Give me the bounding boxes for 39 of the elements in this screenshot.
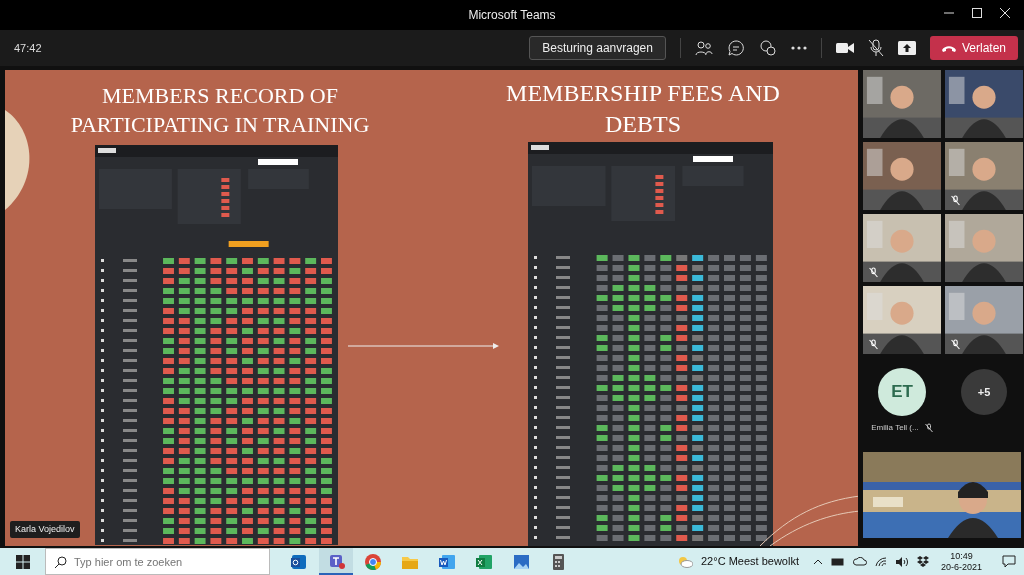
people-icon[interactable] (694, 40, 713, 56)
taskbar-app[interactable] (319, 548, 353, 575)
mic-off-icon (951, 339, 960, 350)
wifi-icon[interactable] (874, 556, 887, 567)
phone-icon (941, 44, 956, 52)
request-control-button[interactable]: Besturing aanvragen (529, 36, 666, 60)
share-screen-icon[interactable] (897, 41, 916, 55)
leave-button[interactable]: Verlaten (929, 36, 1018, 60)
more-participants-button[interactable]: +5 (961, 369, 1007, 415)
start-icon[interactable] (16, 554, 30, 569)
more-icon[interactable] (790, 46, 807, 50)
mic-off-icon (869, 267, 878, 278)
battery-icon[interactable] (830, 557, 845, 566)
chrome-app-icon (364, 551, 382, 572)
mic-off-icon (951, 195, 960, 206)
mic-off-icon (869, 339, 878, 350)
maximize-icon[interactable] (972, 8, 982, 18)
window-title: Microsoft Teams (468, 7, 556, 24)
avatar[interactable]: ET (878, 368, 926, 416)
clock-date[interactable]: 20-6-2021 (940, 561, 982, 572)
breakout-rooms-icon[interactable] (758, 39, 777, 57)
chevron-up-icon[interactable] (812, 558, 823, 565)
search-field[interactable]: Typ hier om te zoeken (45, 548, 270, 575)
camera-icon[interactable] (835, 42, 854, 54)
notification-icon[interactable] (1002, 555, 1016, 568)
chat-icon[interactable] (726, 39, 745, 57)
cloud-icon[interactable] (852, 557, 867, 566)
weather-icon (677, 555, 693, 568)
clock-time[interactable]: 10:49 (950, 551, 973, 562)
speaker-icon[interactable] (894, 556, 909, 567)
weather-text[interactable]: 22°C Meest bewolkt (701, 553, 799, 570)
dropbox-icon[interactable] (916, 556, 929, 567)
presenter-name-label: Karla Vojedilov (10, 520, 80, 538)
call-timer: 47:42 (14, 40, 42, 56)
participant-name: Emilia Tell (... (871, 422, 919, 434)
slide-title: MEMBERS RECORD OF PARTICIPATING IN TRAINING (69, 82, 371, 139)
slide-title: MEMBERSHIP FEES AND DEBTS (505, 79, 781, 140)
mic-off-icon[interactable] (867, 39, 884, 57)
close-icon[interactable] (1000, 8, 1010, 18)
